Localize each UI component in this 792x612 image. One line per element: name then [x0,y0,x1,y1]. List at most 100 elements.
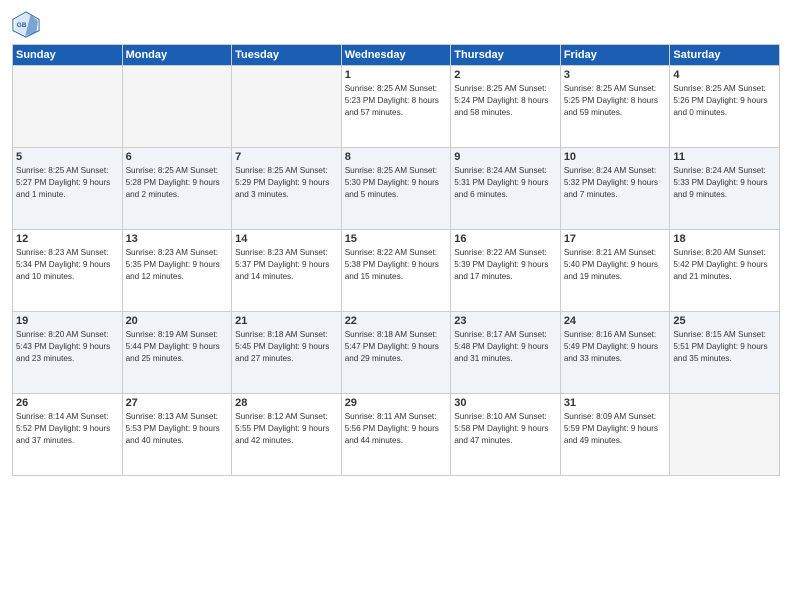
calendar-cell: 18 Sunrise: 8:20 AM Sunset: 5:42 PM Dayli… [670,230,780,312]
calendar-cell: 8 Sunrise: 8:25 AM Sunset: 5:30 PM Daylig… [341,148,451,230]
day-number: 21 [235,315,338,327]
day-number: 23 [454,315,557,327]
calendar-cell: 12Sunrise: 8:23 AM Sunset: 5:34 PM Dayli… [13,230,123,312]
day-info: Sunrise: 8:24 AM Sunset: 5:32 PM Dayligh… [564,165,667,201]
calendar-cell [13,66,123,148]
day-number: 29 [345,397,448,409]
calendar-cell: 5 Sunrise: 8:25 AM Sunset: 5:27 PM Daylig… [13,148,123,230]
day-number: 5 [16,151,119,163]
day-info: Sunrise: 8:24 AM Sunset: 5:33 PM Dayligh… [673,165,776,201]
day-info: Sunrise: 8:15 AM Sunset: 5:51 PM Dayligh… [673,329,776,365]
day-number: 9 [454,151,557,163]
day-number: 17 [564,233,667,245]
day-info: Sunrise: 8:25 AM Sunset: 5:23 PM Dayligh… [345,83,448,119]
day-number: 8 [345,151,448,163]
day-info: Sunrise: 8:13 AM Sunset: 5:53 PM Dayligh… [126,411,229,447]
day-info: Sunrise: 8:18 AM Sunset: 5:45 PM Dayligh… [235,329,338,365]
day-number: 11 [673,151,776,163]
calendar-cell: 3Sunrise: 8:25 AM Sunset: 5:25 PM Daylig… [560,66,670,148]
day-number: 19 [16,315,119,327]
week-row-4: 26 Sunrise: 8:14 AM Sunset: 5:52 PM Dayli… [13,394,780,476]
svg-text:GB: GB [17,22,27,29]
day-number: 4 [673,69,776,81]
calendar-cell: 2 Sunrise: 8:25 AM Sunset: 5:24 PM Daylig… [451,66,561,148]
day-info: Sunrise: 8:23 AM Sunset: 5:37 PM Dayligh… [235,247,338,283]
day-number: 22 [345,315,448,327]
calendar-cell: 15Sunrise: 8:22 AM Sunset: 5:38 PM Dayli… [341,230,451,312]
day-number: 7 [235,151,338,163]
calendar-cell: 26 Sunrise: 8:14 AM Sunset: 5:52 PM Dayli… [13,394,123,476]
calendar-cell: 22 Sunrise: 8:18 AM Sunset: 5:47 PM Dayli… [341,312,451,394]
calendar-cell: 10Sunrise: 8:24 AM Sunset: 5:32 PM Dayli… [560,148,670,230]
day-number: 28 [235,397,338,409]
calendar-cell: 13 Sunrise: 8:23 AM Sunset: 5:35 PM Dayli… [122,230,232,312]
week-row-3: 19 Sunrise: 8:20 AM Sunset: 5:43 PM Dayli… [13,312,780,394]
day-info: Sunrise: 8:20 AM Sunset: 5:42 PM Dayligh… [673,247,776,283]
week-row-0: 1 Sunrise: 8:25 AM Sunset: 5:23 PM Daylig… [13,66,780,148]
day-number: 27 [126,397,229,409]
day-number: 18 [673,233,776,245]
day-header-friday: Friday [560,45,670,66]
calendar-cell: 25 Sunrise: 8:15 AM Sunset: 5:51 PM Dayli… [670,312,780,394]
day-number: 30 [454,397,557,409]
day-info: Sunrise: 8:25 AM Sunset: 5:27 PM Dayligh… [16,165,119,201]
day-header-wednesday: Wednesday [341,45,451,66]
calendar-cell: 24Sunrise: 8:16 AM Sunset: 5:49 PM Dayli… [560,312,670,394]
day-number: 13 [126,233,229,245]
day-info: Sunrise: 8:23 AM Sunset: 5:34 PM Dayligh… [16,247,119,283]
day-info: Sunrise: 8:23 AM Sunset: 5:35 PM Dayligh… [126,247,229,283]
day-info: Sunrise: 8:22 AM Sunset: 5:38 PM Dayligh… [345,247,448,283]
day-info: Sunrise: 8:25 AM Sunset: 5:24 PM Dayligh… [454,83,557,119]
day-info: Sunrise: 8:22 AM Sunset: 5:39 PM Dayligh… [454,247,557,283]
calendar-cell: 20Sunrise: 8:19 AM Sunset: 5:44 PM Dayli… [122,312,232,394]
day-info: Sunrise: 8:14 AM Sunset: 5:52 PM Dayligh… [16,411,119,447]
calendar-cell: 4 Sunrise: 8:25 AM Sunset: 5:26 PM Daylig… [670,66,780,148]
day-info: Sunrise: 8:20 AM Sunset: 5:43 PM Dayligh… [16,329,119,365]
calendar-cell [670,394,780,476]
calendar-cell: 11 Sunrise: 8:24 AM Sunset: 5:33 PM Dayli… [670,148,780,230]
day-header-thursday: Thursday [451,45,561,66]
day-number: 25 [673,315,776,327]
day-number: 26 [16,397,119,409]
calendar-cell: 6 Sunrise: 8:25 AM Sunset: 5:28 PM Daylig… [122,148,232,230]
calendar-cell: 17 Sunrise: 8:21 AM Sunset: 5:40 PM Dayli… [560,230,670,312]
calendar-cell: 19 Sunrise: 8:20 AM Sunset: 5:43 PM Dayli… [13,312,123,394]
day-info: Sunrise: 8:21 AM Sunset: 5:40 PM Dayligh… [564,247,667,283]
calendar-cell: 21 Sunrise: 8:18 AM Sunset: 5:45 PM Dayli… [232,312,342,394]
day-number: 1 [345,69,448,81]
day-info: Sunrise: 8:12 AM Sunset: 5:55 PM Dayligh… [235,411,338,447]
header: GB [12,10,780,38]
day-info: Sunrise: 8:17 AM Sunset: 5:48 PM Dayligh… [454,329,557,365]
day-header-sunday: Sunday [13,45,123,66]
day-info: Sunrise: 8:25 AM Sunset: 5:26 PM Dayligh… [673,83,776,119]
calendar-cell: 14 Sunrise: 8:23 AM Sunset: 5:37 PM Dayli… [232,230,342,312]
calendar-cell: 16Sunrise: 8:22 AM Sunset: 5:39 PM Dayli… [451,230,561,312]
calendar-cell: 27 Sunrise: 8:13 AM Sunset: 5:53 PM Dayli… [122,394,232,476]
day-info: Sunrise: 8:18 AM Sunset: 5:47 PM Dayligh… [345,329,448,365]
calendar-cell: 28 Sunrise: 8:12 AM Sunset: 5:55 PM Dayli… [232,394,342,476]
logo-icon: GB [12,10,40,38]
day-info: Sunrise: 8:25 AM Sunset: 5:25 PM Dayligh… [564,83,667,119]
day-info: Sunrise: 8:24 AM Sunset: 5:31 PM Dayligh… [454,165,557,201]
day-header-saturday: Saturday [670,45,780,66]
calendar-cell: 23 Sunrise: 8:17 AM Sunset: 5:48 PM Dayli… [451,312,561,394]
day-header-monday: Monday [122,45,232,66]
day-number: 14 [235,233,338,245]
day-header-tuesday: Tuesday [232,45,342,66]
calendar-cell: 1 Sunrise: 8:25 AM Sunset: 5:23 PM Daylig… [341,66,451,148]
day-info: Sunrise: 8:11 AM Sunset: 5:56 PM Dayligh… [345,411,448,447]
day-number: 6 [126,151,229,163]
calendar-cell: 30Sunrise: 8:10 AM Sunset: 5:58 PM Dayli… [451,394,561,476]
calendar-header-row: SundayMondayTuesdayWednesdayThursdayFrid… [13,45,780,66]
day-info: Sunrise: 8:25 AM Sunset: 5:30 PM Dayligh… [345,165,448,201]
day-number: 2 [454,69,557,81]
calendar-cell [122,66,232,148]
day-info: Sunrise: 8:25 AM Sunset: 5:28 PM Dayligh… [126,165,229,201]
calendar-cell: 9 Sunrise: 8:24 AM Sunset: 5:31 PM Daylig… [451,148,561,230]
day-number: 31 [564,397,667,409]
day-info: Sunrise: 8:19 AM Sunset: 5:44 PM Dayligh… [126,329,229,365]
week-row-2: 12Sunrise: 8:23 AM Sunset: 5:34 PM Dayli… [13,230,780,312]
day-number: 24 [564,315,667,327]
calendar-cell [232,66,342,148]
week-row-1: 5 Sunrise: 8:25 AM Sunset: 5:27 PM Daylig… [13,148,780,230]
